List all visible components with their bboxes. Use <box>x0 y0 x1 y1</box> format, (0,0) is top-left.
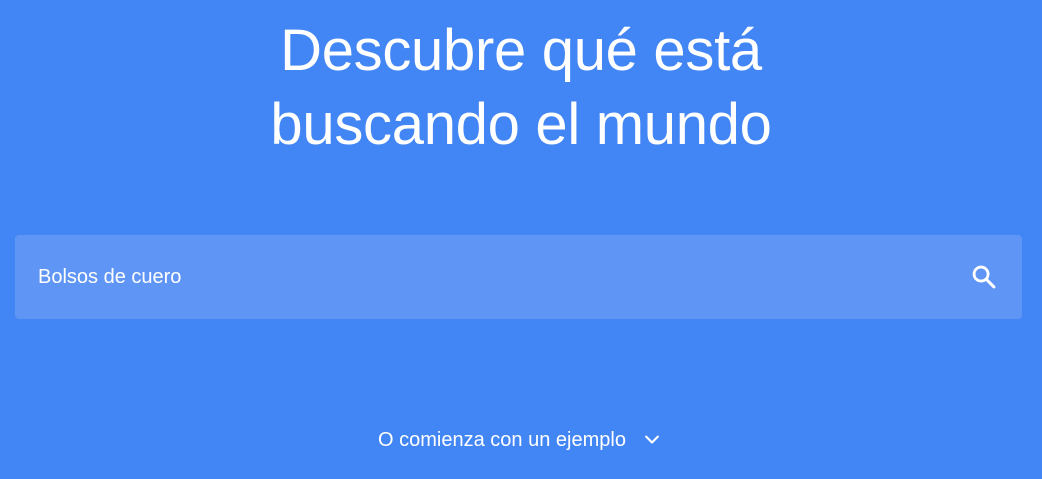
search-button[interactable] <box>968 261 1000 293</box>
chevron-down-icon <box>640 428 664 452</box>
search-box <box>15 235 1022 319</box>
examples-label: O comienza con un ejemplo <box>378 428 626 451</box>
search-icon <box>972 265 996 289</box>
examples-section: O comienza con un ejemplo <box>0 422 1042 458</box>
search-input[interactable] <box>15 235 945 319</box>
page-title: Descubre qué está buscando el mundo <box>0 14 1042 162</box>
examples-toggle[interactable]: O comienza con un ejemplo <box>378 428 664 452</box>
headline-line-1: Descubre qué está <box>280 18 762 83</box>
headline-line-2: buscando el mundo <box>270 92 772 157</box>
hero-section: Descubre qué está buscando el mundo O co… <box>0 0 1042 479</box>
